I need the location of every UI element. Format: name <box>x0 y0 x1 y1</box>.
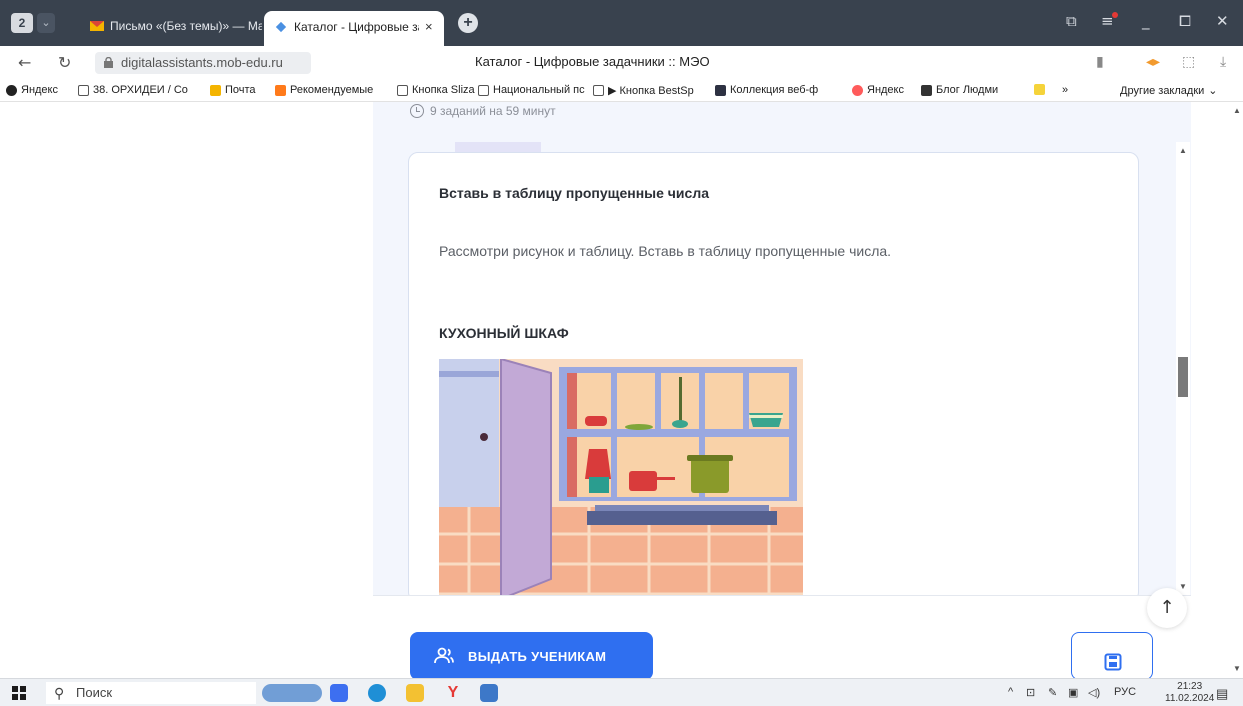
widget-icon[interactable] <box>262 684 322 702</box>
assignment-meta: 9 заданий на 59 минут <box>410 104 556 118</box>
issue-button-label: ВЫДАТЬ УЧЕНИКАМ <box>468 648 607 664</box>
os-taskbar: ⚲ Поиск Y ^ ⊡ ✎ ▣ ◁) РУС 21:23 11.02.202… <box>0 678 1243 706</box>
more-bookmarks-icon[interactable]: » <box>1062 84 1068 96</box>
tab-label: Каталог - Цифровые задачники <box>294 19 419 34</box>
reload-icon[interactable]: ↻ <box>58 53 71 72</box>
page-content: 9 заданий на 59 минут Вставь в таблицу п… <box>0 102 1243 680</box>
section-title: КУХОННЫЙ ШКАФ <box>439 325 569 341</box>
kitchen-cabinet-illustration <box>439 359 803 599</box>
search-icon: ⚲ <box>54 685 65 701</box>
lock-icon <box>104 57 113 68</box>
scroll-up-icon[interactable]: ▲ <box>1233 106 1241 115</box>
ext-icon <box>1034 84 1045 95</box>
tag-strip <box>455 142 541 152</box>
save-button[interactable] <box>1071 632 1153 680</box>
rec-icon <box>275 84 286 96</box>
restore-icon[interactable]: ⧠ <box>1179 12 1191 30</box>
bookmark-item[interactable]: Национальный пс <box>478 84 585 96</box>
other-bookmarks[interactable]: Другие закладки ⌄ <box>1120 84 1218 98</box>
notifications-icon[interactable]: ▤ <box>1216 686 1228 702</box>
page-icon <box>78 84 89 96</box>
url-field[interactable]: digitalassistants.mob-edu.ru <box>95 52 311 74</box>
bookmark-icon[interactable]: ▮ <box>1096 54 1104 70</box>
save-icon <box>1104 653 1122 671</box>
network-icon[interactable]: ⊡ <box>1026 686 1035 699</box>
yandex-browser-icon[interactable]: Y <box>444 684 462 702</box>
bookmark-item[interactable]: Рекомендуемые <box>275 84 373 96</box>
back-icon[interactable]: ← <box>18 53 31 72</box>
page-icon <box>397 84 408 96</box>
task-title: Вставь в таблицу пропущенные числа <box>439 185 710 201</box>
scroll-down-icon[interactable]: ▼ <box>1233 664 1241 673</box>
tab-label: Письмо «(Без темы)» — Mail <box>110 19 262 33</box>
tab-dropdown-icon[interactable]: ⌄ <box>37 13 55 33</box>
language-indicator[interactable]: РУС <box>1114 686 1136 698</box>
volume-icon[interactable]: ◁) <box>1088 686 1100 699</box>
bookmark-item[interactable]: Яндекс <box>852 84 904 96</box>
yandex-red-icon <box>852 84 863 96</box>
mail-icon <box>90 21 104 31</box>
bookmark-item[interactable]: Блог Людми <box>921 84 998 96</box>
blog-icon <box>921 84 932 96</box>
collection-icon <box>715 84 726 96</box>
task-description: Рассмотри рисунок и таблицу. Вставь в та… <box>439 243 892 259</box>
new-tab-button[interactable]: + <box>458 13 478 33</box>
tab-counter[interactable]: 2 <box>11 13 33 33</box>
bookmark-item[interactable] <box>1034 84 1049 95</box>
mail-icon <box>210 84 221 96</box>
site-icon <box>275 21 287 32</box>
taskbar-clock[interactable]: 21:23 11.02.2024 <box>1165 681 1214 705</box>
tray-arrow-icon[interactable]: ^ <box>1008 686 1013 698</box>
windows-start-icon[interactable] <box>12 686 26 700</box>
reader-icon[interactable]: ⬚ <box>1182 54 1195 70</box>
meet-icon[interactable] <box>330 684 348 702</box>
scroll-up-icon[interactable]: ▲ <box>1179 146 1187 155</box>
close-icon[interactable]: × <box>425 19 433 34</box>
bookmarks-bar: Яндекс 38. ОРХИДЕИ / Со Почта Рекомендуе… <box>0 80 1243 102</box>
users-icon <box>434 647 454 664</box>
scroll-down-icon[interactable]: ▼ <box>1179 582 1187 591</box>
clock-icon <box>410 104 424 118</box>
address-bar: ← ↻ digitalassistants.mob-edu.ru Каталог… <box>0 46 1243 80</box>
collections-icon[interactable]: ⧉ <box>1066 12 1077 30</box>
taskbar-search[interactable]: ⚲ Поиск <box>46 682 256 704</box>
yandex-icon <box>6 84 17 96</box>
page-icon <box>478 84 489 96</box>
tab-mail[interactable]: Письмо «(Без темы)» — Mail <box>80 11 262 41</box>
card-scrollbar[interactable]: ▲ ▼ <box>1176 142 1190 597</box>
bookmark-item[interactable]: 38. ОРХИДЕИ / Со <box>78 84 188 96</box>
explorer-icon[interactable] <box>406 684 424 702</box>
display-icon[interactable]: ▣ <box>1068 686 1078 699</box>
audio-icon[interactable]: ◂▸ <box>1146 54 1160 70</box>
task-card: Вставь в таблицу пропущенные числа Рассм… <box>408 152 1139 602</box>
app-icon[interactable] <box>480 684 498 702</box>
menu-icon[interactable]: ≡ <box>1101 12 1120 30</box>
scrollbar-thumb[interactable] <box>1178 357 1188 397</box>
close-window-icon[interactable]: ✕ <box>1216 12 1229 30</box>
bookmark-item[interactable]: Кнопка Sliza <box>397 84 475 96</box>
url-text: digitalassistants.mob-edu.ru <box>121 55 283 70</box>
bookmark-item[interactable]: Коллекция веб-ф <box>715 84 818 96</box>
pen-icon[interactable]: ✎ <box>1048 686 1057 699</box>
bookmark-item[interactable]: Яндекс <box>6 84 58 96</box>
page-icon <box>593 85 604 96</box>
chevron-down-icon: ⌄ <box>1208 85 1218 97</box>
scroll-to-top-button[interactable]: ↑ <box>1147 588 1187 628</box>
tab-catalog[interactable]: Каталог - Цифровые задачники × <box>264 11 444 46</box>
download-icon[interactable]: ⤓ <box>1220 54 1226 70</box>
bookmark-item[interactable]: ▶ Кнопка BestSp <box>593 84 694 97</box>
minimize-icon[interactable]: _ <box>1142 12 1150 30</box>
page-scrollbar[interactable]: ▲ ▼ <box>1230 102 1243 678</box>
browser-tab-bar: 2 ⌄ Письмо «(Без темы)» — Mail Каталог -… <box>0 0 1243 46</box>
issue-to-students-button[interactable]: ВЫДАТЬ УЧЕНИКАМ <box>410 632 653 680</box>
bookmark-item[interactable]: Почта <box>210 84 256 96</box>
edge-icon[interactable] <box>368 684 386 702</box>
page-title: Каталог - Цифровые задачники :: МЭО <box>475 54 710 69</box>
